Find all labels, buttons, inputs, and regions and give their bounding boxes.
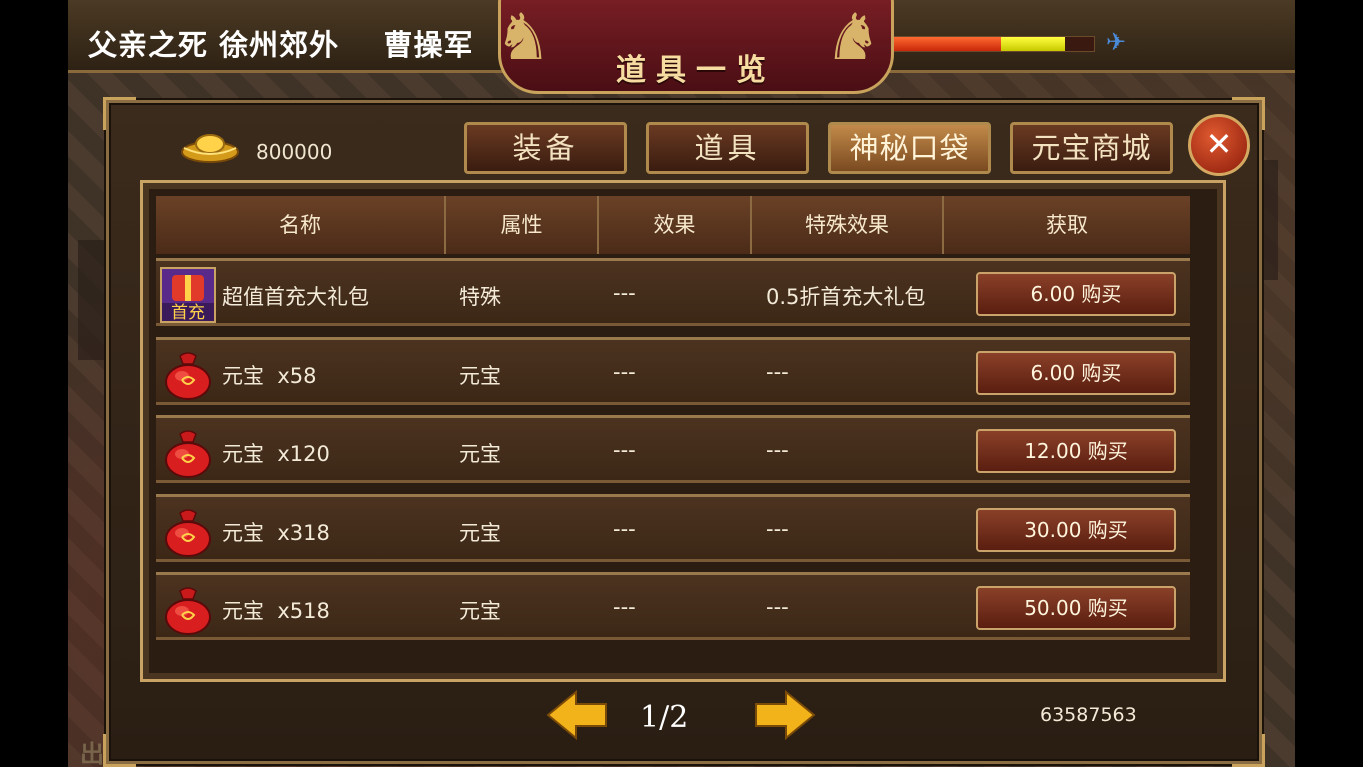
table-row: 元宝 x58 元宝 --- --- 6.00 购买 [156, 337, 1190, 405]
buy-button[interactable]: 6.00 购买 [976, 351, 1176, 395]
gold-amount: 800000 [256, 140, 333, 164]
close-button[interactable]: ✕ [1188, 114, 1250, 176]
dragon-ornament-right-icon: ♞ [824, 1, 882, 75]
yuanbao-bag-icon [165, 509, 211, 557]
table-header: 名称 属性 效果 特殊效果 获取 [156, 196, 1190, 254]
column-header-attribute: 属性 [446, 196, 599, 254]
scene-title: 父亲之死 徐州郊外 曹操军 [88, 28, 474, 62]
table-row: 首充 超值首充大礼包 特殊 --- 0.5折首充大礼包 6.00 购买 [156, 258, 1190, 326]
gold-ingot-icon [181, 134, 239, 163]
table-row: 元宝 x120 元宝 --- --- 12.00 购买 [156, 415, 1190, 483]
previous-page-arrow-icon[interactable] [546, 690, 608, 740]
svg-text:首充: 首充 [171, 303, 205, 323]
table-row: 元宝 x518 元宝 --- --- 50.00 购买 [156, 572, 1190, 640]
first-recharge-gift-icon: 首充 [160, 267, 216, 323]
item-effect: --- [613, 438, 636, 462]
item-name: 元宝 x518 [222, 599, 330, 623]
item-attribute: 元宝 [459, 364, 501, 388]
item-special-effect: 0.5折首充大礼包 [766, 285, 926, 309]
item-name: 元宝 x120 [222, 442, 330, 466]
buy-button[interactable]: 50.00 购买 [976, 586, 1176, 630]
panel-corner-ornament [1232, 734, 1265, 767]
next-page-arrow-icon[interactable] [754, 690, 816, 740]
page-indicator: 1/2 [640, 700, 689, 735]
bird-icon: ✈ [1106, 28, 1127, 56]
item-special-effect: --- [766, 360, 789, 384]
item-attribute: 特殊 [459, 285, 501, 309]
player-id: 63587563 [1040, 704, 1137, 726]
yuanbao-bag-icon [165, 587, 211, 635]
hp-bar-yellow-fill [1000, 37, 1065, 51]
item-effect: --- [613, 595, 636, 619]
item-special-effect: --- [766, 595, 789, 619]
panel-corner-ornament [103, 734, 136, 767]
tab-items[interactable]: 道具 [646, 122, 809, 174]
item-attribute: 元宝 [459, 442, 501, 466]
item-name: 元宝 x318 [222, 521, 330, 545]
buy-button[interactable]: 6.00 购买 [976, 272, 1176, 316]
tab-mystery-bag[interactable]: 神秘口袋 [828, 122, 991, 174]
yuanbao-bag-icon [165, 430, 211, 478]
buy-button[interactable]: 30.00 购买 [976, 508, 1176, 552]
game-scene-background: 父亲之死 徐州郊外 曹操军 ✈ 出 装备 买进 卖出 道具一览 ♞ ♞ 8000… [68, 0, 1295, 767]
column-header-special-effect: 特殊效果 [752, 196, 944, 254]
dragon-ornament-left-icon: ♞ [494, 1, 552, 75]
item-attribute: 元宝 [459, 521, 501, 545]
item-effect: --- [613, 360, 636, 384]
bottom-menu-item[interactable]: 出 [80, 734, 104, 767]
panel-corner-ornament [103, 97, 136, 130]
column-header-effect: 效果 [599, 196, 752, 254]
buy-button[interactable]: 12.00 购买 [976, 429, 1176, 473]
item-attribute: 元宝 [459, 599, 501, 623]
item-special-effect: --- [766, 438, 789, 462]
item-name: 超值首充大礼包 [222, 285, 369, 309]
item-effect: --- [613, 517, 636, 541]
column-header-name: 名称 [156, 196, 446, 254]
yuanbao-bag-icon [165, 352, 211, 400]
tab-yuanbao-shop[interactable]: 元宝商城 [1010, 122, 1173, 174]
item-special-effect: --- [766, 517, 789, 541]
item-name: 元宝 x58 [222, 364, 317, 388]
tab-equipment[interactable]: 装备 [464, 122, 627, 174]
table-row: 元宝 x318 元宝 --- --- 30.00 购买 [156, 494, 1190, 562]
item-effect: --- [613, 281, 636, 305]
column-header-obtain: 获取 [1046, 213, 1088, 237]
